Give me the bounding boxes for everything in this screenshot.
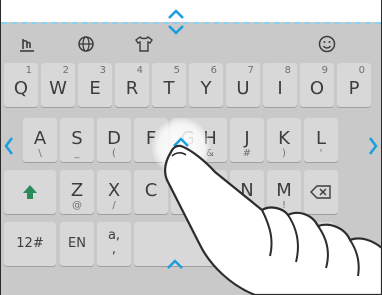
punctuation-top-label: a, [107, 228, 121, 243]
key-u[interactable]: 7U [226, 63, 260, 107]
key-e[interactable]: 3E [78, 63, 112, 107]
key-label: J [244, 128, 250, 149]
key-label: U [236, 78, 250, 99]
key-alt-hint: \ [38, 148, 42, 159]
shift-arrow-icon [23, 185, 37, 199]
key-alt-hint: ' [319, 148, 323, 159]
key-label: D [107, 128, 121, 149]
key-label: Y [200, 78, 212, 99]
key-k[interactable]: K) [267, 118, 301, 162]
key-y[interactable]: 6Y [189, 63, 223, 107]
key-label: M [276, 180, 292, 201]
keyboard-shift-right-icon[interactable] [368, 136, 378, 156]
theme-shirt-icon[interactable] [133, 33, 155, 55]
key-label: L [315, 128, 327, 149]
symbols-key-label: 12# [16, 236, 44, 251]
language-key-label: EN [68, 236, 86, 251]
key-label: A [33, 128, 47, 149]
key-alt-hint: / [112, 200, 116, 211]
key-s[interactable]: S _ [60, 118, 94, 162]
key-j[interactable]: J # [230, 118, 264, 162]
gesture-icon[interactable] [16, 33, 38, 55]
key-number-hint: 8 [284, 65, 291, 76]
key-o[interactable]: 9O [300, 63, 334, 107]
key-number-hint: 1 [25, 65, 32, 76]
key-label: B [203, 180, 217, 201]
key-label: I [277, 78, 283, 99]
keyboard-shift-left-icon[interactable] [4, 136, 14, 156]
key-label: Q [13, 78, 29, 99]
key-label: N [240, 180, 254, 201]
resize-handle-bottom-icon[interactable] [164, 258, 186, 270]
resize-handle-top-icon[interactable] [165, 8, 187, 36]
key-alt-hint: _ [74, 148, 80, 159]
punctuation-key[interactable]: a, , [97, 222, 131, 266]
key-label: R [125, 78, 139, 99]
key-r[interactable]: 4R [115, 63, 149, 107]
key-alt-hint: ! [281, 200, 286, 211]
key-number-hint: 2 [62, 65, 69, 76]
key-number-hint: 7 [247, 65, 254, 76]
key-alt-hint: ( [112, 148, 116, 159]
key-alt-hint: # [242, 148, 252, 159]
punctuation-bottom-label: , [111, 242, 117, 257]
shift-key[interactable] [4, 170, 56, 214]
language-key[interactable]: EN [60, 222, 94, 266]
key-label: Z [70, 180, 84, 201]
key-l[interactable]: L ' [304, 118, 338, 162]
key-alt-hint: ) [282, 148, 286, 159]
symbols-key[interactable]: 12# [4, 222, 56, 266]
key-z[interactable]: Z @ [60, 170, 94, 214]
backspace-key[interactable] [304, 170, 338, 214]
key-label: P [348, 78, 360, 99]
key-x[interactable]: X / [97, 170, 131, 214]
key-alt-hint: ? [244, 200, 250, 211]
key-i[interactable]: 8I [263, 63, 297, 107]
keyboard-resize-border[interactable] [1, 22, 381, 24]
key-number-hint: 5 [173, 65, 180, 76]
backspace-icon [310, 185, 331, 199]
key-number-hint: 4 [136, 65, 143, 76]
screen-top-area [0, 0, 382, 22]
emoji-icon[interactable] [316, 33, 338, 55]
key-number-hint: 6 [210, 65, 217, 76]
key-number-hint: 3 [99, 65, 106, 76]
key-number-hint: 0 [358, 65, 365, 76]
key-label: C [144, 180, 158, 201]
key-label: S [71, 128, 83, 149]
key-label: W [49, 78, 67, 99]
key-alt-hint: @ [72, 200, 82, 211]
key-d[interactable]: D( [97, 118, 131, 162]
key-label: X [107, 180, 121, 201]
device-bezel-left [0, 0, 1, 295]
key-b[interactable]: B [193, 170, 227, 214]
key-label: K [278, 128, 290, 149]
key-p[interactable]: 0P [337, 63, 371, 107]
key-number-hint: 9 [321, 65, 328, 76]
key-label: E [89, 78, 101, 99]
globe-icon[interactable] [75, 33, 97, 55]
key-t[interactable]: 5T [152, 63, 186, 107]
key-n[interactable]: N? [230, 170, 264, 214]
key-m[interactable]: M! [267, 170, 301, 214]
key-label: O [309, 78, 325, 99]
key-w[interactable]: 2W [41, 63, 75, 107]
key-c[interactable]: C [134, 170, 168, 214]
key-a[interactable]: A \ [23, 118, 57, 162]
key-label: T [163, 78, 175, 99]
touch-indicator-chevron-icon [173, 137, 189, 147]
key-q[interactable]: 1Q [4, 63, 38, 107]
